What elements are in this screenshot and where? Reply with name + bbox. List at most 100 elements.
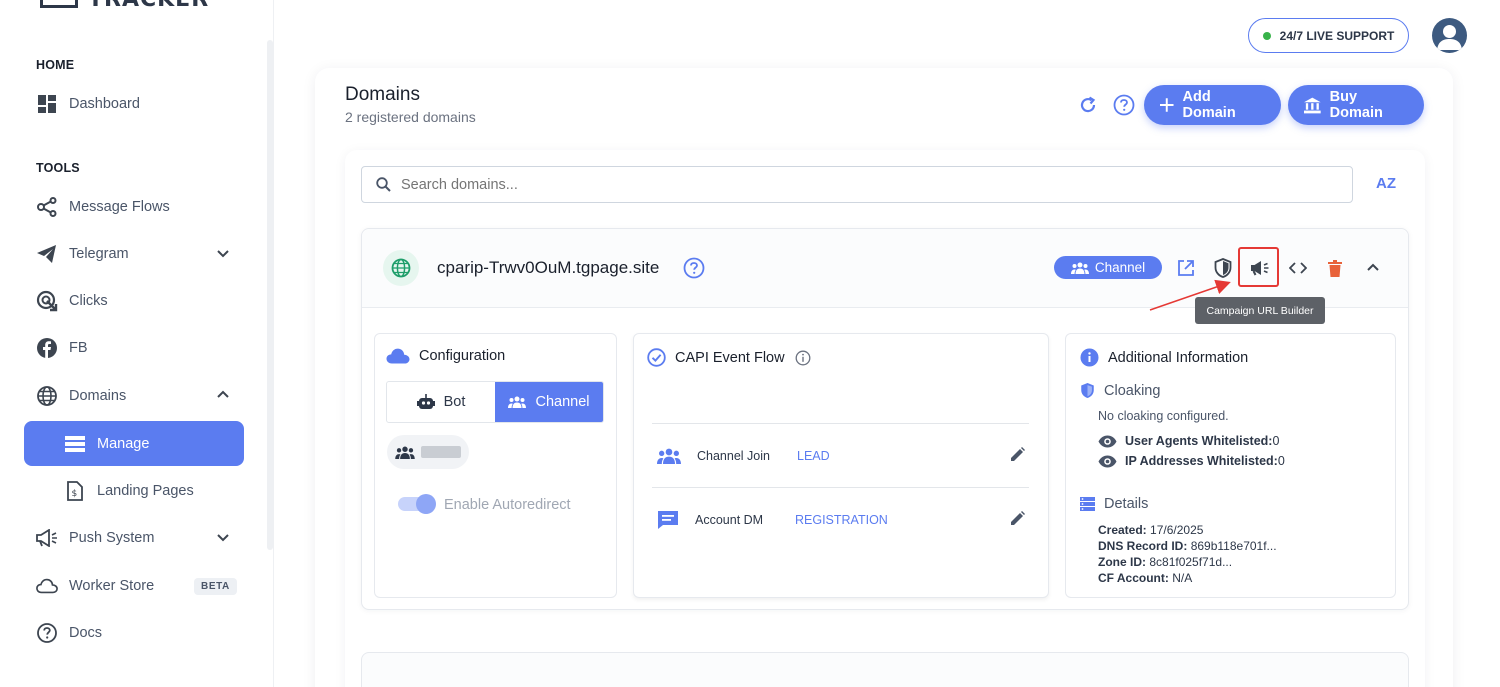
delete-domain-button[interactable]	[1322, 255, 1348, 281]
sidebar-item-message-flows[interactable]: Message Flows	[24, 185, 244, 229]
help-icon	[683, 257, 705, 279]
capi-row-name: Account DM	[695, 512, 764, 527]
cloaking-title: Cloaking	[1080, 382, 1160, 399]
capi-title: CAPI Event Flow	[647, 348, 811, 367]
user-agents-whitelisted: User Agents Whitelisted: 0	[1098, 434, 1279, 448]
collapse-button[interactable]	[1360, 255, 1386, 281]
clicks-icon	[36, 290, 58, 312]
domain-type-chip[interactable]: Channel	[1054, 256, 1162, 279]
switch-knob	[416, 494, 436, 514]
app-logo[interactable]: TRACKER	[40, 0, 209, 12]
domain-card[interactable]	[361, 652, 1409, 687]
svg-text:$: $	[72, 489, 78, 499]
detail-value: N/A	[1172, 571, 1193, 585]
section-home: HOME	[36, 58, 75, 72]
chevron-up-icon	[1367, 263, 1379, 271]
help-button[interactable]	[1111, 92, 1137, 118]
refresh-icon	[1080, 96, 1096, 113]
details-title-label: Details	[1104, 496, 1149, 512]
sidebar-item-label: FB	[69, 340, 88, 356]
buy-domain-button[interactable]: Buy Domain	[1288, 85, 1424, 125]
refresh-button[interactable]	[1075, 92, 1101, 118]
bot-channel-toggle[interactable]: Bot Channel	[386, 381, 604, 423]
add-domain-label: Add Domain	[1182, 89, 1236, 121]
domain-help-button[interactable]	[681, 255, 707, 281]
domain-type-label: Channel	[1094, 260, 1146, 275]
pencil-icon[interactable]	[1010, 511, 1025, 526]
sort-az-label: AZ	[1376, 175, 1396, 192]
detail-dns-record-id: DNS Record ID: 869b118e701f...	[1098, 539, 1277, 553]
group-icon	[1070, 262, 1089, 274]
detail-label: Created:	[1098, 523, 1147, 537]
flow-icon	[36, 196, 58, 218]
cloaking-button[interactable]	[1210, 255, 1236, 281]
page-icon: $	[64, 480, 86, 502]
detail-label: CF Account:	[1098, 571, 1169, 585]
globe-icon	[391, 258, 411, 278]
info-icon	[1080, 348, 1099, 367]
sidebar-item-domains[interactable]: Domains	[24, 374, 244, 418]
chevron-down-icon	[217, 534, 229, 542]
ua-value: 0	[1272, 434, 1280, 448]
info-icon[interactable]	[795, 350, 811, 366]
sidebar-item-manage[interactable]: Manage	[24, 421, 244, 466]
search-box[interactable]	[361, 166, 1353, 203]
tooltip: Campaign URL Builder	[1195, 297, 1325, 324]
sidebar-item-dashboard[interactable]: Dashboard	[24, 82, 244, 126]
globe-icon	[36, 385, 58, 407]
live-support-label: 24/7 LIVE SUPPORT	[1279, 28, 1395, 43]
ip-label: IP Addresses Whitelisted:	[1125, 454, 1278, 468]
search-input[interactable]	[401, 176, 1301, 193]
sidebar-item-docs[interactable]: Docs	[24, 611, 244, 655]
embed-code-button[interactable]	[1285, 255, 1311, 281]
configuration-title: Configuration	[386, 348, 505, 364]
eye-icon	[1098, 455, 1117, 467]
additional-info-title-label: Additional Information	[1108, 349, 1249, 366]
message-icon	[658, 510, 678, 529]
server-icon	[1080, 497, 1095, 511]
sidebar-scrollbar[interactable]	[267, 40, 273, 550]
trash-icon	[1328, 259, 1342, 277]
page-subtitle: 2 registered domains	[345, 109, 476, 125]
sidebar-item-label: Telegram	[69, 246, 129, 262]
autoredirect-label: Enable Autoredirect	[444, 497, 571, 513]
capi-flow-row: Account DM REGISTRATION	[652, 488, 1029, 551]
search-icon	[376, 177, 391, 192]
sidebar-item-clicks[interactable]: Clicks	[24, 279, 244, 323]
option-channel[interactable]: Channel	[495, 382, 603, 422]
help-icon	[36, 622, 58, 644]
avatar[interactable]	[1432, 18, 1467, 53]
shield-icon	[1214, 258, 1232, 278]
sidebar-item-telegram[interactable]: Telegram	[24, 232, 244, 276]
ip-value: 0	[1277, 454, 1285, 468]
group-icon	[395, 446, 415, 459]
sidebar-item-worker-store[interactable]: Worker Store BETA	[24, 564, 244, 608]
telegram-icon	[36, 243, 58, 265]
pencil-icon[interactable]	[1010, 447, 1025, 462]
sidebar-item-landing-pages[interactable]: $ Landing Pages	[24, 469, 244, 513]
sidebar-item-label: Message Flows	[69, 199, 170, 215]
detail-value: 8c81f025f71d...	[1149, 555, 1233, 569]
page-title: Domains	[345, 84, 420, 105]
capi-flow-row: Channel Join LEAD	[652, 424, 1029, 487]
autoredirect-switch[interactable]	[398, 494, 436, 514]
live-support-button[interactable]: 24/7 LIVE SUPPORT	[1248, 18, 1409, 53]
ua-label: User Agents Whitelisted:	[1125, 434, 1273, 448]
list-icon	[64, 433, 86, 455]
sidebar-item-label: Manage	[97, 435, 150, 452]
sort-az-button[interactable]: AZ	[1376, 175, 1396, 192]
details-title: Details	[1080, 496, 1148, 512]
highlight-box	[1238, 247, 1279, 287]
code-icon	[1289, 262, 1307, 274]
buy-domain-label: Buy Domain	[1329, 89, 1383, 121]
sidebar-item-label: Dashboard	[69, 96, 140, 112]
sidebar-item-fb[interactable]: FB	[24, 326, 244, 370]
megaphone-icon	[36, 527, 58, 549]
open-external-button[interactable]	[1173, 255, 1199, 281]
channel-account-chip[interactable]	[387, 435, 469, 469]
option-bot[interactable]: Bot	[387, 382, 495, 422]
help-icon	[1113, 94, 1135, 116]
sidebar-item-push-system[interactable]: Push System	[24, 516, 244, 560]
add-domain-button[interactable]: Add Domain	[1144, 85, 1281, 125]
redacted-channel-name	[421, 446, 461, 458]
